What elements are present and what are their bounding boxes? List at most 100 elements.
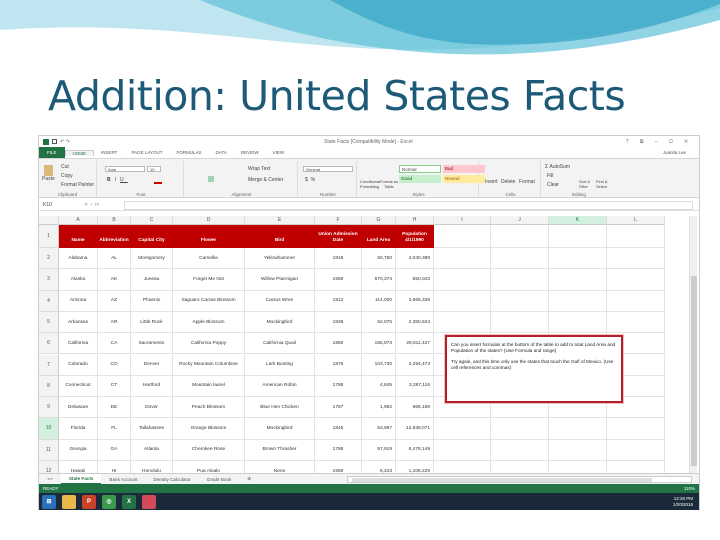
cell[interactable] [491, 269, 549, 291]
underline-button[interactable]: U [120, 177, 128, 183]
horizontal-scrollbar[interactable] [347, 476, 692, 483]
row-header-9[interactable]: 9 [39, 397, 59, 419]
tab-home[interactable]: HOME [64, 149, 95, 156]
cell[interactable] [607, 269, 665, 291]
table-cell[interactable]: Alaska [59, 269, 98, 291]
tab-page-layout[interactable]: PAGE LAYOUT [124, 150, 169, 155]
table-cell[interactable]: CT [98, 375, 131, 398]
name-box[interactable]: K10 [39, 202, 84, 208]
cell[interactable] [549, 461, 607, 473]
row-header-2[interactable]: 2 [39, 248, 59, 270]
table-cell[interactable]: American Robin [245, 375, 315, 398]
table-cell[interactable]: Lark Bunting [245, 354, 315, 376]
table-cell[interactable]: 1788 [315, 375, 362, 398]
table-cell[interactable]: Mountain laurel [173, 375, 245, 398]
column-header-G[interactable]: G [362, 216, 396, 225]
undo-icon[interactable]: ↶ ↷ [60, 139, 70, 145]
cell[interactable] [491, 439, 549, 461]
font-color-icon[interactable] [154, 182, 162, 184]
table-cell[interactable]: 2,350,624 [396, 311, 434, 334]
excel-icon[interactable]: X [122, 494, 136, 509]
table-cell[interactable]: 666,168 [396, 397, 434, 419]
table-cell[interactable]: Dover [131, 397, 173, 419]
table-cell[interactable]: DE [98, 397, 131, 419]
cell[interactable] [434, 269, 491, 291]
column-header-E[interactable]: E [245, 216, 315, 225]
clear-button[interactable]: Clear [547, 182, 559, 188]
table-cell[interactable]: 6,423 [362, 461, 396, 473]
user-name[interactable]: Juanita Lee [656, 150, 693, 155]
table-cell[interactable]: Phoenix [131, 290, 173, 312]
table-cell[interactable]: 50,750 [362, 248, 396, 270]
table-cell[interactable]: Saguaro Cactus Blossom [173, 290, 245, 312]
table-cell[interactable]: 1819 [315, 248, 362, 270]
row-header-7[interactable]: 7 [39, 354, 59, 376]
insert-button[interactable]: Insert [485, 179, 498, 185]
cell[interactable] [434, 439, 491, 461]
cell[interactable] [434, 290, 491, 312]
row-header-11[interactable]: 11 [39, 439, 59, 461]
table-cell[interactable]: Mockingbird [245, 311, 315, 334]
column-header-I[interactable]: I [434, 216, 491, 225]
table-cell[interactable]: 3,665,339 [396, 290, 434, 312]
table-cell[interactable]: Mockingbird [245, 418, 315, 440]
sort-filter-button[interactable]: Sort & Filter [579, 179, 595, 189]
bold-button[interactable]: B [107, 177, 115, 183]
table-cell[interactable]: 1912 [315, 290, 362, 312]
table-cell[interactable]: Delaware [59, 397, 98, 419]
table-cell[interactable]: Arkansas [59, 311, 98, 334]
cell[interactable] [607, 439, 665, 461]
table-cell[interactable]: Florida [59, 418, 98, 440]
column-header-B[interactable]: B [98, 216, 131, 225]
cell[interactable] [607, 290, 665, 312]
table-cell[interactable]: 1,982 [362, 397, 396, 419]
cell[interactable] [549, 290, 607, 312]
style-neutral[interactable]: Neutral [443, 175, 485, 183]
table-cell[interactable]: Rocky Mountain Columbine [173, 354, 245, 376]
table-cell[interactable]: California [59, 333, 98, 355]
sheet-tab-density-calculator[interactable]: Density Calculator [146, 477, 199, 482]
column-header-J[interactable]: J [491, 216, 549, 225]
table-cell[interactable]: AK [98, 269, 131, 291]
cell[interactable] [434, 225, 491, 248]
cell[interactable] [491, 225, 549, 248]
column-header-H[interactable]: H [396, 216, 434, 225]
row-header-1[interactable]: 1 [39, 225, 59, 248]
table-cell[interactable]: 1850 [315, 333, 362, 355]
table-cell[interactable]: 1959 [315, 461, 362, 473]
row-header-8[interactable]: 8 [39, 375, 59, 398]
cell[interactable] [607, 311, 665, 334]
table-cell[interactable]: 6,478,149 [396, 439, 434, 461]
row-header-5[interactable]: 5 [39, 311, 59, 334]
table-cell[interactable]: Arizona [59, 290, 98, 312]
cell[interactable] [607, 225, 665, 248]
style-good[interactable]: Good [399, 175, 441, 183]
table-cell[interactable]: Peach Blossom [173, 397, 245, 419]
table-cell[interactable]: Sacramento [131, 333, 173, 355]
table-cell[interactable]: Brown Thrasher [245, 439, 315, 461]
table-cell[interactable]: 3,294,473 [396, 354, 434, 376]
table-cell[interactable]: FL [98, 418, 131, 440]
table-cell[interactable]: Connecticut [59, 375, 98, 398]
row-header-10[interactable]: 10 [39, 418, 59, 440]
table-cell[interactable]: AZ [98, 290, 131, 312]
vertical-scrollbar[interactable] [689, 216, 697, 473]
fill-button[interactable]: Fill [547, 173, 553, 179]
table-cell[interactable]: 1836 [315, 311, 362, 334]
table-cell[interactable]: 155,973 [362, 333, 396, 355]
cell[interactable] [549, 248, 607, 270]
table-cell[interactable]: 114,000 [362, 290, 396, 312]
cell[interactable] [434, 418, 491, 440]
tab-file[interactable]: FILE [39, 147, 65, 158]
table-cell[interactable]: 1,108,229 [396, 461, 434, 473]
tab-formulas[interactable]: FORMULAS [170, 150, 209, 155]
column-header-K[interactable]: K [549, 216, 607, 225]
table-cell[interactable]: Montgomery [131, 248, 173, 270]
table-cell[interactable]: 1787 [315, 397, 362, 419]
table-cell[interactable]: Atlanta [131, 439, 173, 461]
table-cell[interactable]: AR [98, 311, 131, 334]
cell[interactable] [549, 225, 607, 248]
table-cell[interactable]: California Quail [245, 333, 315, 355]
file-explorer-icon[interactable] [62, 494, 76, 509]
format-as-table-button[interactable]: Format as Table [380, 179, 398, 189]
